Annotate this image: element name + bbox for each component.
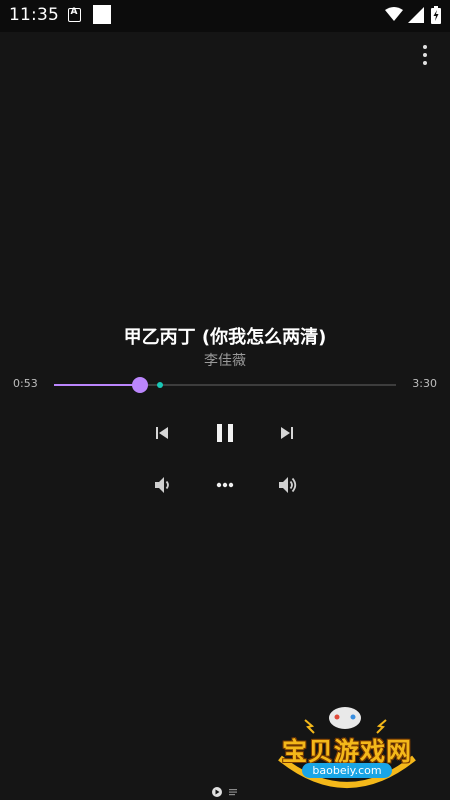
battery-icon [431, 6, 441, 24]
seek-thumb[interactable] [132, 377, 149, 393]
watermark-logo: 宝贝游戏网 baobeiy.com [272, 700, 422, 790]
elapsed-time: 0:53 [13, 377, 38, 390]
page-indicator-glyphs [212, 787, 237, 797]
status-time: 11:35 [9, 5, 59, 25]
more-vert-dot [423, 61, 427, 65]
seek-bar[interactable] [54, 377, 396, 393]
more-horiz-glyph [216, 482, 234, 488]
volume-down-glyph [155, 477, 169, 493]
skip-previous-glyph [156, 427, 168, 439]
music-player-screen: 11:35 A 甲乙丙丁 (你我怎么两清) 李佳薇 0:53 3:30 宝贝游戏… [0, 0, 450, 800]
a-notification-icon: A [68, 7, 81, 22]
pause-icon[interactable] [209, 417, 241, 449]
wifi-icon [385, 7, 403, 21]
volume-up-glyph [279, 477, 297, 493]
track-artist: 李佳薇 [204, 353, 246, 369]
skip-previous-icon[interactable] [148, 419, 176, 447]
square-notification-icon [93, 5, 111, 24]
more-vert-dot [423, 53, 427, 57]
buffer-marker [157, 382, 164, 388]
volume-down-icon[interactable] [148, 471, 176, 499]
more-horiz-icon[interactable] [211, 471, 239, 499]
volume-up-icon[interactable] [273, 470, 303, 500]
total-time: 3:30 [412, 377, 437, 390]
more-vert-dot [423, 45, 427, 49]
signal-icon [408, 7, 424, 23]
page-indicator [212, 783, 242, 797]
status-bar: 11:35 A [0, 0, 450, 32]
pause-glyph [217, 424, 233, 442]
watermark-url: baobeiy.com [302, 763, 392, 778]
skip-next-glyph [281, 427, 293, 439]
seek-bar-played [54, 384, 141, 386]
a-notification-letter: A [70, 7, 78, 17]
more-vert-icon[interactable] [412, 40, 438, 70]
track-title: 甲乙丙丁 (你我怎么两清) [123, 327, 327, 348]
skip-next-icon[interactable] [273, 419, 301, 447]
